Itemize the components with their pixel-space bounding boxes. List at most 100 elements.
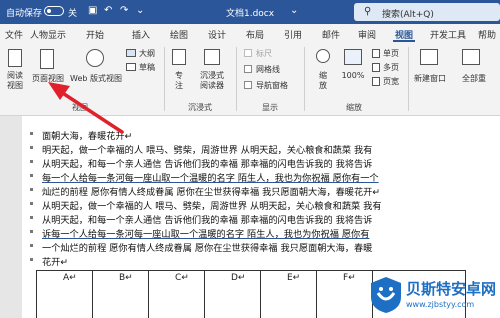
separator [164,47,165,111]
search-placeholder: 搜索(Alt+Q) [382,10,434,20]
tab-review[interactable]: 审阅 [358,28,376,41]
table-header-e: E↵ [287,273,301,283]
paragraph-mark [30,230,33,233]
paragraph-mark [30,174,33,177]
autosave-label: 自动保存 [6,9,43,19]
immersive-reader-icon [204,49,220,65]
search-box[interactable]: ⚲ 搜索(Alt+Q) [354,3,500,21]
table-header-b: B↵ [119,273,133,283]
ruler-label: 标尺 [256,49,272,58]
gridlines-checkbox[interactable] [244,65,252,73]
tab-insert[interactable]: 插入 [132,28,150,41]
watermark-title: 贝斯特安卓网 [406,280,497,298]
document-title: 文档1.docx [226,9,275,19]
one-page-icon [372,49,380,58]
read-view-button[interactable]: 阅读 视图 [2,71,28,91]
web-view-button[interactable]: Web 版式视图 [68,73,124,84]
table-cell[interactable]: C↵ [148,271,204,318]
nav-pane-checkbox[interactable] [244,81,252,89]
zoom-icon [316,49,330,63]
immersive-group-label: 沉浸式 [188,103,212,112]
tab-developer[interactable]: 开发工具 [430,28,466,41]
arrange-all-icon [462,49,480,65]
table-cell[interactable]: E↵ [260,271,316,318]
watermark-url: www.zjbstyy.com [406,300,475,309]
separator [236,47,237,111]
multi-page-icon [372,63,380,72]
autosave-toggle[interactable] [44,6,64,16]
page-width-icon [372,77,380,86]
zoom-100-button[interactable]: 100% [338,71,368,80]
active-tab-indicator [393,40,415,42]
table-cell[interactable]: A↵ [36,271,92,318]
show-group-label: 显示 [262,103,278,112]
zoom-100-icon [344,49,362,65]
paragraph-mark [30,146,33,149]
paragraph-mark [30,188,33,191]
doc-line-10: 花开↵ [42,257,69,268]
focus-icon [172,49,186,65]
gridlines-label: 网格线 [256,65,280,74]
doc-line-9: 一个灿烂的前程 愿你有情人终成眷属 愿你在尘世获得幸福 我只愿面朝大海，春暖 [42,243,373,254]
separator [408,47,409,111]
tab-home[interactable]: 开始 [86,28,104,41]
zoom-group-label: 缩放 [346,103,362,112]
ribbon-tabs: 文件 人物显示 开始 插入 绘图 设计 布局 引用 邮件 审阅 视图 开发工具 … [0,24,500,43]
doc-line-8: 诉每一个人给每一条河每一座山取一个温暖的名字 陌生人，我也为你祝福 愿你有 [42,229,370,240]
undo-icon[interactable]: ↶ [104,5,112,16]
arrange-all-button[interactable]: 全部重 [454,73,494,84]
page-view-icon [40,49,54,69]
tab-draw[interactable]: 绘图 [170,28,188,41]
doc-line-6: 从明天起，做一个幸福的人 喂马、劈柴，周游世界 从明天起，关心粮食和蔬菜 我有 [42,201,382,212]
table-header-a: A↵ [63,273,77,283]
zoom-button[interactable]: 缩 放 [314,71,332,91]
table-header-d: D↵ [231,273,246,283]
doc-line-7: 从明天起，和每一个亲人通信 告诉他们我的幸福 那幸福的闪电告诉我的 我将告诉 [42,215,373,226]
table-cell[interactable]: B↵ [92,271,148,318]
immersive-reader-button[interactable]: 沉浸式 阅读器 [192,71,232,91]
doc-line-5: 灿烂的前程 愿你有情人终成眷属 愿你在尘世获得幸福 我只愿面朝大海，春暖花开↵ [42,187,381,198]
views-group-label: 视图 [72,103,88,112]
nav-pane-label: 导航窗格 [256,81,288,90]
outline-icon [126,49,136,57]
title-bar: 自动保存 关 ▣ ↶ ↷ ⌄ 文档1.docx ⌄ ⚲ 搜索(Alt+Q) [0,0,500,24]
focus-button[interactable]: 专 注 [170,71,188,91]
chevron-down-icon[interactable]: ⌄ [290,5,298,16]
shield-logo-icon [371,277,401,313]
table-header-c: C↵ [175,273,189,283]
paragraph-mark [30,132,33,135]
multi-page-button[interactable]: 多页 [383,62,399,73]
new-window-button[interactable]: 新建窗口 [412,73,448,84]
table-cell[interactable]: D↵ [204,271,260,318]
one-page-button[interactable]: 单页 [383,48,399,59]
outline-button[interactable]: 大纲 [139,48,155,59]
draft-button[interactable]: 草稿 [139,62,155,73]
new-window-icon [420,49,438,65]
save-icon[interactable]: ▣ [88,5,97,16]
search-icon: ⚲ [364,6,372,17]
more-icon[interactable]: ⌄ [136,5,144,16]
paragraph-mark [30,216,33,219]
tab-help[interactable]: 帮助 [478,28,496,41]
table-header-f: F↵ [343,273,356,283]
table-cell[interactable]: F↵ [316,271,372,318]
page-width-button[interactable]: 页宽 [383,76,399,87]
tab-people[interactable]: 人物显示 [30,28,66,41]
paragraph-mark [30,258,33,261]
doc-line-4: 每一个人给每一条河每一座山取一个温暖的名字 陌生人，我也为你祝福 愿你有一个 [42,173,379,184]
tab-references[interactable]: 引用 [284,28,302,41]
page-view-button[interactable]: 页面视图 [28,73,68,84]
redo-icon[interactable]: ↷ [120,5,128,16]
tab-mailings[interactable]: 邮件 [322,28,340,41]
watermark-logo: 贝斯特安卓网 www.zjbstyy.com [366,272,500,318]
doc-line-1: 面朝大海，春暖花开↵ [42,131,133,142]
tab-design[interactable]: 设计 [208,28,226,41]
paragraph-mark [30,160,33,163]
separator [304,47,305,111]
tab-layout[interactable]: 布局 [246,28,264,41]
read-view-icon [8,49,22,67]
draft-icon [126,63,136,71]
ruler-checkbox[interactable] [244,49,252,57]
autosave-state: 关 [68,9,78,19]
tab-file[interactable]: 文件 [5,28,23,41]
